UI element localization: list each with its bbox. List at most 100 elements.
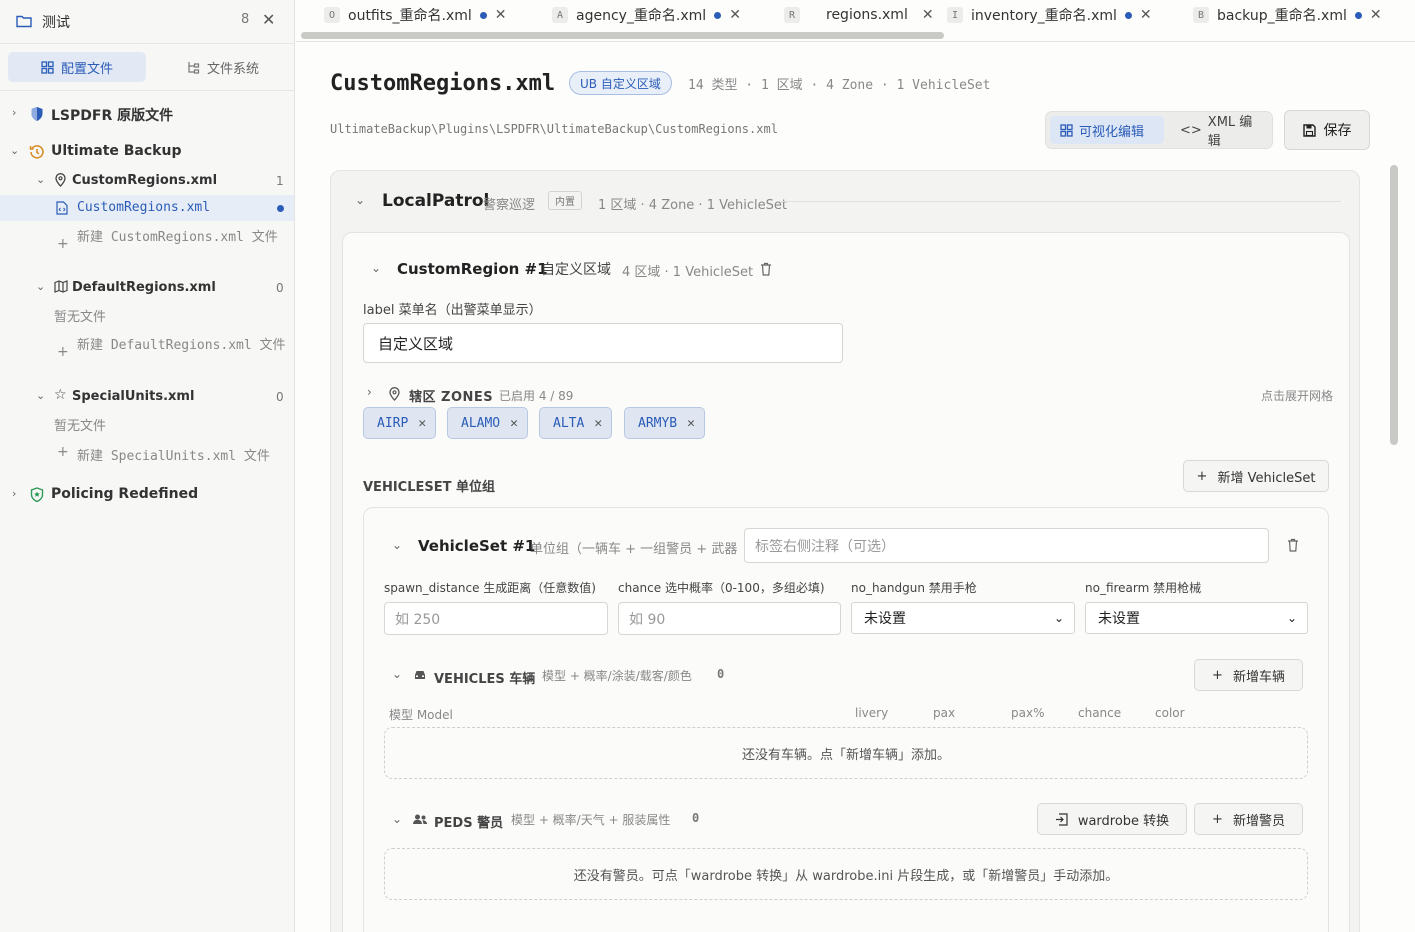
tab-config-files-label: 配置文件 bbox=[60, 61, 113, 77]
section-meta: 1 区域 · 4 Zone · 1 VehicleSet bbox=[598, 198, 787, 213]
local-patrol-section: ⌄ LocalPatrol 警察巡逻 内置 1 区域 · 4 Zone · 1 … bbox=[330, 170, 1360, 932]
car-icon bbox=[415, 671, 425, 679]
new-special-units-file[interactable]: + 新建 SpecialUnits.xml 文件 bbox=[0, 442, 294, 464]
region-subtitle: 自定义区域 bbox=[541, 262, 611, 278]
chevron-down-icon: ⌄ bbox=[36, 389, 46, 402]
tab-label: outfits_重命名.xml bbox=[348, 8, 472, 24]
tab-config-files[interactable]: 配置文件 bbox=[8, 52, 146, 82]
new-special-units-label: 新建 SpecialUnits.xml 文件 bbox=[77, 449, 270, 464]
tree-item-ultimate-backup[interactable]: ⌄ Ultimate Backup bbox=[0, 140, 294, 164]
chevron-down-icon[interactable]: ⌄ bbox=[392, 667, 402, 681]
plus-icon: + bbox=[1212, 811, 1223, 827]
close-icon[interactable]: ✕ bbox=[418, 416, 426, 431]
vehicles-empty-state: 还没有车辆。点「新增车辆」添加。 bbox=[384, 727, 1308, 779]
chevron-down-icon[interactable]: ⌄ bbox=[371, 261, 381, 275]
tab-regions[interactable]: R regions.xml ✕ bbox=[784, 4, 934, 26]
visual-edit-button[interactable]: 可视化编辑 bbox=[1050, 116, 1164, 144]
close-icon[interactable]: ✕ bbox=[1140, 7, 1152, 23]
chevron-down-icon: ⌄ bbox=[36, 173, 46, 186]
close-icon[interactable]: ✕ bbox=[687, 416, 695, 431]
close-icon[interactable]: ✕ bbox=[510, 416, 518, 431]
close-icon[interactable]: ✕ bbox=[495, 7, 507, 23]
zone-chip-label: ALTA bbox=[553, 415, 585, 431]
trash-icon[interactable] bbox=[1287, 538, 1299, 552]
modified-dot bbox=[1354, 11, 1362, 19]
close-icon[interactable]: ✕ bbox=[262, 10, 275, 29]
plus-icon: + bbox=[57, 444, 69, 460]
region-title: CustomRegion #1 bbox=[397, 260, 548, 278]
new-custom-regions-file[interactable]: + 新建 CustomRegions.xml 文件 bbox=[0, 226, 294, 266]
wardrobe-convert-button[interactable]: wardrobe 转换 bbox=[1037, 803, 1187, 835]
peds-count: 0 bbox=[692, 811, 700, 825]
close-icon[interactable]: ✕ bbox=[594, 416, 602, 431]
tree-file-custom-regions[interactable]: CustomRegions.xml bbox=[0, 195, 294, 221]
tree-item-special-units[interactable]: ⌄ ☆ SpecialUnits.xml 0 bbox=[0, 386, 294, 408]
tab-label: inventory_重命名.xml bbox=[971, 8, 1117, 24]
new-default-regions-label: 新建 DefaultRegions.xml 文件 bbox=[77, 338, 286, 353]
tab-badge: B bbox=[1193, 7, 1209, 23]
region-meta: 4 区域 · 1 VehicleSet bbox=[622, 265, 754, 280]
trash-icon[interactable] bbox=[760, 262, 772, 276]
tree-item-special-units-label: SpecialUnits.xml bbox=[72, 389, 195, 404]
tab-scrollbar[interactable] bbox=[301, 32, 944, 39]
plus-icon: + bbox=[1212, 667, 1223, 683]
save-button[interactable]: 保存 bbox=[1284, 110, 1370, 150]
tab-outfits[interactable]: O outfits_重命名.xml ✕ bbox=[324, 4, 507, 26]
tab-inventory[interactable]: I inventory_重命名.xml ✕ bbox=[947, 4, 1152, 26]
zone-chip-label: AIRP bbox=[377, 415, 409, 431]
plus-icon: + bbox=[1196, 468, 1208, 484]
save-icon bbox=[1302, 123, 1316, 137]
close-icon[interactable]: ✕ bbox=[729, 7, 741, 23]
zone-chip[interactable]: ALTA ✕ bbox=[539, 407, 613, 439]
no-firearm-select[interactable]: 未设置 ⌄ bbox=[1085, 602, 1308, 634]
column-header: color bbox=[1155, 706, 1185, 720]
star-icon: ☆ bbox=[54, 387, 67, 403]
spawn-distance-label: spawn_distance 生成距离（任意数值) bbox=[384, 581, 596, 595]
chevron-right-icon: › bbox=[367, 385, 372, 399]
history-icon bbox=[29, 145, 44, 159]
sidebar: 测试 8 ✕ 配置文件 文件系统 › LSPDFR 原版文件 ⌄ Ultimat… bbox=[0, 0, 295, 932]
label-field-label: label 菜单名（出警菜单显示） bbox=[363, 303, 542, 318]
chevron-down-icon[interactable]: ⌄ bbox=[355, 193, 365, 207]
no-firearm-value: 未设置 bbox=[1098, 611, 1140, 627]
chevron-down-icon[interactable]: ⌄ bbox=[392, 538, 402, 552]
close-icon[interactable]: ✕ bbox=[922, 7, 934, 23]
chevron-down-icon[interactable]: ⌄ bbox=[392, 812, 402, 826]
local-patrol-header[interactable]: ⌄ LocalPatrol 警察巡逻 内置 1 区域 · 4 Zone · 1 … bbox=[331, 171, 1361, 233]
chance-input[interactable]: 如 90 bbox=[618, 602, 841, 635]
tab-label: backup_重命名.xml bbox=[1217, 8, 1347, 24]
zones-header[interactable]: › 辖区 ZONES 已启用 4 / 89 点击展开网格 bbox=[363, 385, 1333, 405]
tree-item-count: 0 bbox=[276, 390, 284, 404]
zone-chip[interactable]: ARMYB ✕ bbox=[624, 407, 705, 439]
workspace-header[interactable]: 测试 8 ✕ bbox=[0, 0, 294, 44]
tree-item-default-regions[interactable]: ⌄ DefaultRegions.xml 0 bbox=[0, 277, 294, 299]
add-vehicle-button[interactable]: + 新增车辆 bbox=[1194, 659, 1303, 691]
spawn-distance-input[interactable]: 如 250 bbox=[384, 602, 608, 635]
tab-file-system-label: 文件系统 bbox=[206, 61, 259, 77]
add-ped-button[interactable]: + 新增警员 bbox=[1194, 803, 1303, 835]
xml-edit-button[interactable]: <> XML 编辑 bbox=[1170, 115, 1270, 149]
tab-label: agency_重命名.xml bbox=[576, 8, 707, 24]
close-icon[interactable]: ✕ bbox=[1370, 7, 1382, 23]
section-subtitle: 警察巡逻 bbox=[483, 198, 536, 213]
zones-expand-hint[interactable]: 点击展开网格 bbox=[1261, 387, 1333, 404]
tree-item-lspdfr[interactable]: › LSPDFR 原版文件 bbox=[0, 102, 294, 126]
workspace-count: 8 bbox=[241, 12, 250, 27]
tree-item-custom-regions[interactable]: ⌄ CustomRegions.xml 1 bbox=[0, 170, 294, 192]
chevron-down-icon: ⌄ bbox=[1053, 611, 1064, 625]
shield-star-icon bbox=[30, 487, 44, 502]
tab-file-system[interactable]: 文件系统 bbox=[168, 52, 278, 82]
tab-backup[interactable]: B backup_重命名.xml ✕ bbox=[1193, 4, 1382, 26]
column-header: 模型 Model bbox=[389, 708, 453, 722]
label-input[interactable]: 自定义区域 bbox=[363, 323, 843, 363]
add-vehicleset-button[interactable]: + 新增 VehicleSet bbox=[1183, 460, 1329, 492]
grid-icon bbox=[1060, 123, 1073, 137]
tree-item-policing-redefined[interactable]: › Policing Redefined bbox=[0, 483, 294, 507]
zone-chip[interactable]: ALAMO ✕ bbox=[447, 407, 528, 439]
no-handgun-select[interactable]: 未设置 ⌄ bbox=[851, 602, 1075, 634]
new-default-regions-file[interactable]: + 新建 DefaultRegions.xml 文件 bbox=[0, 334, 294, 374]
tab-agency[interactable]: A agency_重命名.xml ✕ bbox=[552, 4, 741, 26]
note-input[interactable]: 标签右侧注释（可选） bbox=[744, 528, 1269, 563]
zone-chip[interactable]: AIRP ✕ bbox=[363, 407, 437, 439]
chevron-down-icon: ⌄ bbox=[36, 280, 46, 293]
